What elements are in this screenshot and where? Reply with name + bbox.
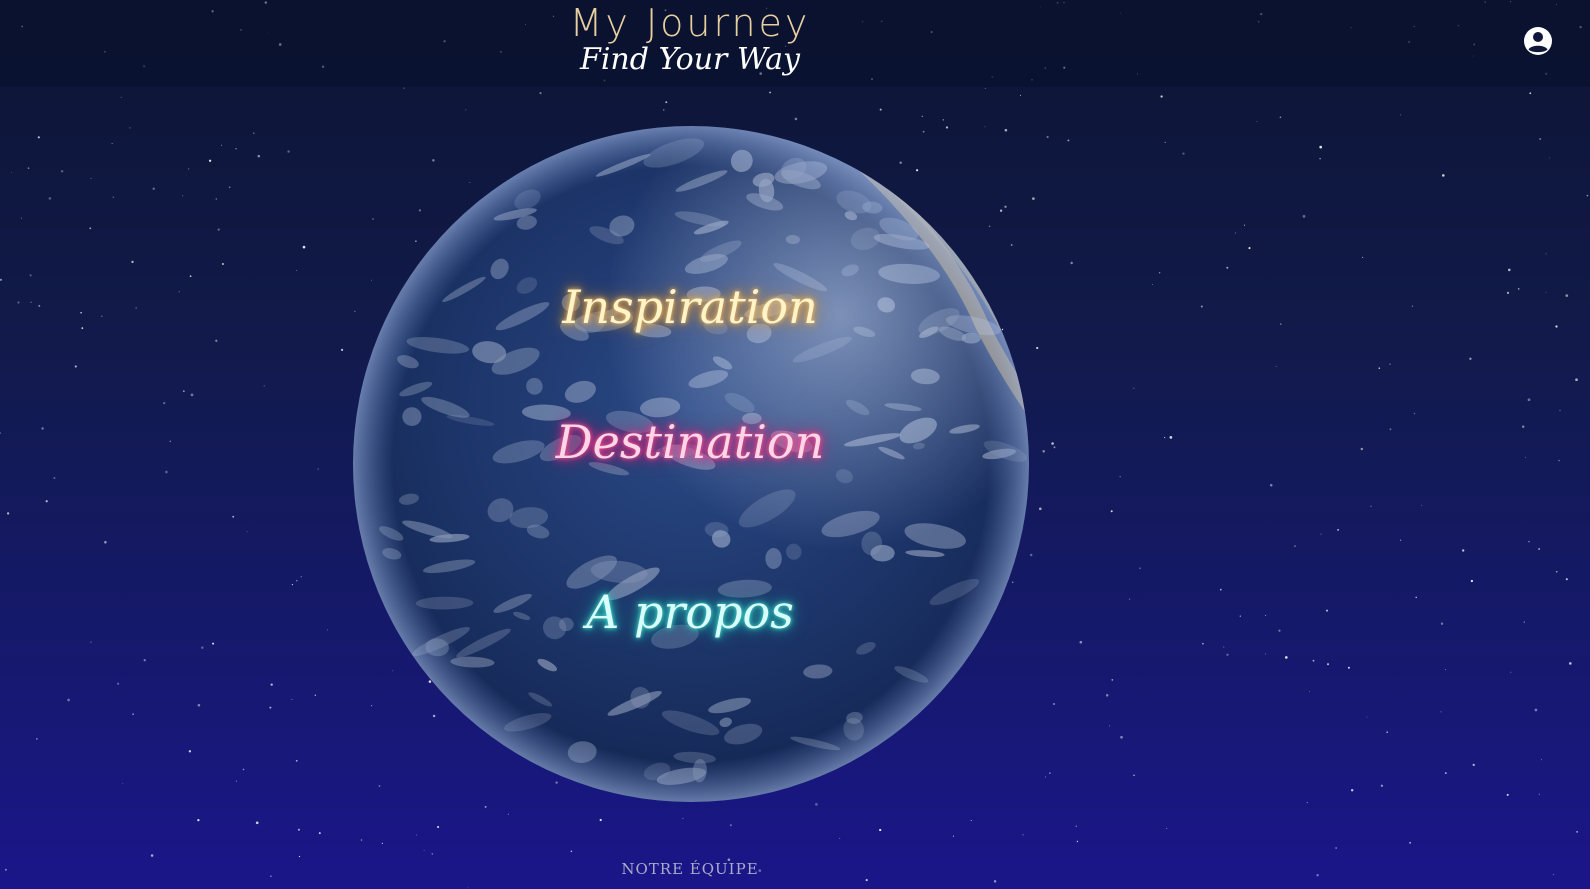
top-bar: My Journey Find Your Way — [0, 0, 1590, 87]
app-title: My Journey — [569, 1, 811, 45]
app-subtitle: Find Your Way — [580, 42, 800, 77]
menu-link-apropos[interactable]: A propos — [0, 584, 1380, 640]
menu-link-inspiration[interactable]: Inspiration — [0, 279, 1380, 335]
account-circle-icon[interactable] — [1523, 26, 1553, 56]
menu-link-destination[interactable]: Destination — [0, 414, 1380, 470]
team-link[interactable]: NOTRE ÉQUIPE — [0, 860, 1380, 878]
